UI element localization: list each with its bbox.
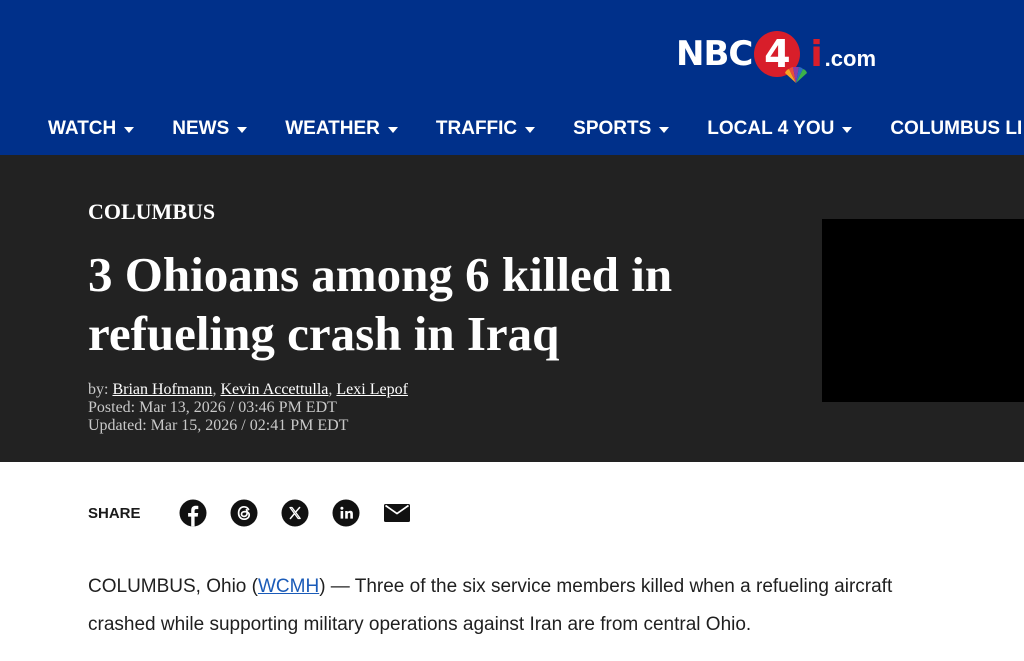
facebook-icon[interactable] <box>179 499 207 527</box>
nav-columbus-life[interactable]: COLUMBUS LI <box>890 118 1022 140</box>
linkedin-icon[interactable] <box>332 499 360 527</box>
byline-prefix: by: <box>88 381 109 398</box>
logo-com-text: .com <box>824 46 877 71</box>
nav-news[interactable]: NEWS <box>172 118 248 140</box>
nav-label: COLUMBUS LI <box>890 118 1023 139</box>
nav-label: WATCH <box>48 118 117 139</box>
article-lead-paragraph: COLUMBUS, Ohio (WCMH) — Three of the six… <box>88 568 948 644</box>
x-icon[interactable] <box>281 499 309 527</box>
author-link[interactable]: Kevin Accettulla <box>220 381 328 398</box>
chevron-down-icon <box>387 126 398 133</box>
article-hero: COLUMBUS 3 Ohioans among 6 killed in ref… <box>0 155 1024 462</box>
article-headline: 3 Ohioans among 6 killed in refueling cr… <box>88 247 673 361</box>
peacock-icon <box>785 67 808 83</box>
author-separator: , <box>212 381 217 398</box>
nav-label: SPORTS <box>573 118 652 139</box>
nav-label: LOCAL 4 YOU <box>707 118 835 139</box>
hero-image[interactable] <box>822 219 1024 402</box>
lead-text-start: COLUMBUS, Ohio ( <box>88 576 258 597</box>
author-link[interactable]: Lexi Lepof <box>336 381 408 398</box>
share-label: SHARE <box>88 504 141 522</box>
nav-label: TRAFFIC <box>435 118 518 139</box>
chevron-down-icon <box>237 126 248 133</box>
nav-sports[interactable]: SPORTS <box>573 118 670 140</box>
nav-traffic[interactable]: TRAFFIC <box>435 118 536 140</box>
byline: by: Brian Hofmann, Kevin Accettulla, Lex… <box>88 381 408 435</box>
site-logo[interactable]: NBC 4 i .com <box>676 28 877 83</box>
posted-date: Posted: Mar 13, 2026 / 03:46 PM EDT <box>88 399 337 416</box>
nav-local-4-you[interactable]: LOCAL 4 YOU <box>707 118 853 140</box>
threads-icon[interactable] <box>230 499 258 527</box>
main-nav: WATCH NEWS WEATHER TRAFFIC SPORTS LOCAL … <box>48 118 1024 140</box>
share-bar: SHARE <box>88 499 434 527</box>
nav-label: WEATHER <box>285 118 380 139</box>
logo-4-badge: 4 <box>754 31 808 83</box>
byline-authors: by: Brian Hofmann, Kevin Accettulla, Lex… <box>88 381 408 399</box>
chevron-down-icon <box>525 126 536 133</box>
logo-i-text: i <box>810 33 823 75</box>
email-icon[interactable] <box>383 499 411 527</box>
logo-nbc-text: NBC <box>676 34 753 74</box>
chevron-down-icon <box>659 126 670 133</box>
chevron-down-icon <box>842 126 853 133</box>
author-separator: , <box>328 381 333 398</box>
wcmh-link[interactable]: WCMH <box>258 576 319 597</box>
section-label[interactable]: COLUMBUS <box>88 199 215 225</box>
nav-watch[interactable]: WATCH <box>48 118 135 140</box>
nav-weather[interactable]: WEATHER <box>285 118 398 140</box>
nav-label: NEWS <box>172 118 230 139</box>
site-header: NBC 4 i .com WATCH NEWS WEATHER TRAFFIC … <box>0 0 1024 155</box>
updated-date: Updated: Mar 15, 2026 / 02:41 PM EDT <box>88 417 349 434</box>
author-link[interactable]: Brian Hofmann <box>112 381 212 398</box>
chevron-down-icon <box>124 126 135 133</box>
